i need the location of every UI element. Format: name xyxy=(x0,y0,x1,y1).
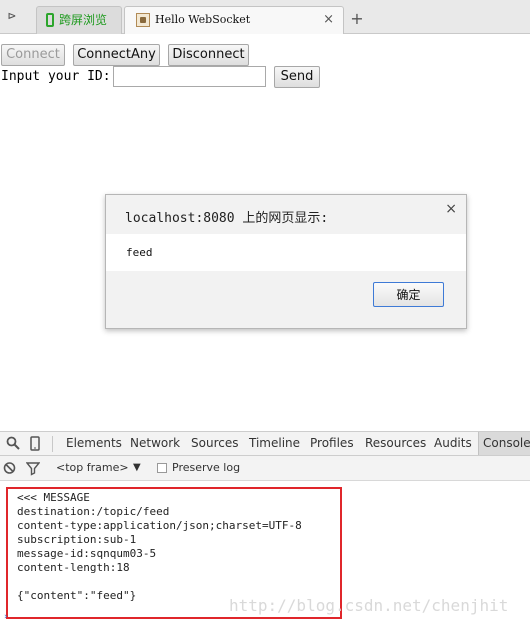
dialog-body: feed xyxy=(106,234,466,271)
console-prompt-icon[interactable]: › xyxy=(4,613,9,622)
log-line: <<< MESSAGE xyxy=(17,491,90,504)
phone-icon xyxy=(46,13,54,27)
tab-console[interactable]: Console xyxy=(478,432,530,455)
tab-label: 跨屏浏览 xyxy=(59,13,108,27)
id-input[interactable] xyxy=(113,66,266,87)
tab-sources[interactable]: Sources xyxy=(187,432,242,455)
dialog-title: localhost:8080 上的网页显示: xyxy=(125,211,329,226)
filter-icon[interactable] xyxy=(25,457,41,481)
close-icon[interactable]: × xyxy=(445,201,457,217)
devtools-tab-bar: Elements Network Sources Timeline Profil… xyxy=(0,431,530,456)
watermark: http://blog.csdn.net/chenjhit xyxy=(229,596,509,615)
device-mode-icon[interactable] xyxy=(30,436,40,455)
dialog-message: feed xyxy=(126,246,153,259)
chevron-down-icon[interactable]: ▼ xyxy=(133,456,141,480)
disconnect-button[interactable]: Disconnect xyxy=(168,44,249,66)
tab-network[interactable]: Network xyxy=(126,432,184,455)
log-line: subscription:sub-1 xyxy=(17,533,137,546)
tab-resources[interactable]: Resources xyxy=(361,432,430,455)
tab-profiles[interactable]: Profiles xyxy=(306,432,358,455)
log-line: destination:/topic/feed xyxy=(17,505,170,518)
console-output: <<< MESSAGE destination:/topic/feed cont… xyxy=(0,481,530,625)
alert-dialog: localhost:8080 上的网页显示: × feed 确定 xyxy=(105,194,467,329)
preserve-log-label: Preserve log xyxy=(172,461,241,474)
new-tab-button[interactable]: + xyxy=(346,7,368,31)
inspect-search-icon[interactable] xyxy=(6,436,20,454)
frame-selector[interactable]: <top frame> xyxy=(56,456,129,480)
log-line xyxy=(17,575,302,589)
log-line: content-type:application/json;charset=UT… xyxy=(17,519,302,532)
tab-elements[interactable]: Elements xyxy=(62,432,126,455)
connect-button[interactable]: Connect xyxy=(1,44,65,66)
tab-hello-websocket[interactable]: Hello WebSocket × xyxy=(124,6,344,34)
log-line: content-length:18 xyxy=(17,561,130,574)
page-favicon-icon xyxy=(136,13,150,27)
preserve-log-checkbox[interactable] xyxy=(157,463,167,473)
send-button[interactable]: Send xyxy=(274,66,320,88)
tab-timeline[interactable]: Timeline xyxy=(245,432,304,455)
tab-cross-screen[interactable]: 跨屏浏览 xyxy=(36,6,122,34)
console-log: <<< MESSAGE destination:/topic/feed cont… xyxy=(17,491,302,603)
close-tab-icon[interactable]: × xyxy=(323,7,334,33)
console-toolbar: <top frame> ▼ Preserve log xyxy=(0,456,530,481)
id-label: Input your ID: xyxy=(1,69,111,84)
tab-audits[interactable]: Audits xyxy=(430,432,476,455)
connect-any-button[interactable]: ConnectAny xyxy=(73,44,160,66)
clear-console-icon[interactable] xyxy=(3,457,16,481)
tab-label: Hello WebSocket xyxy=(155,13,251,26)
log-line: message-id:sqnqum03-5 xyxy=(17,547,157,560)
sidebar-toggle-icon[interactable]: ⊳ xyxy=(8,10,24,24)
toolbar-divider xyxy=(52,436,53,452)
browser-tab-strip: ⊳ 跨屏浏览 Hello WebSocket × + xyxy=(0,0,530,34)
ok-button[interactable]: 确定 xyxy=(373,282,444,307)
